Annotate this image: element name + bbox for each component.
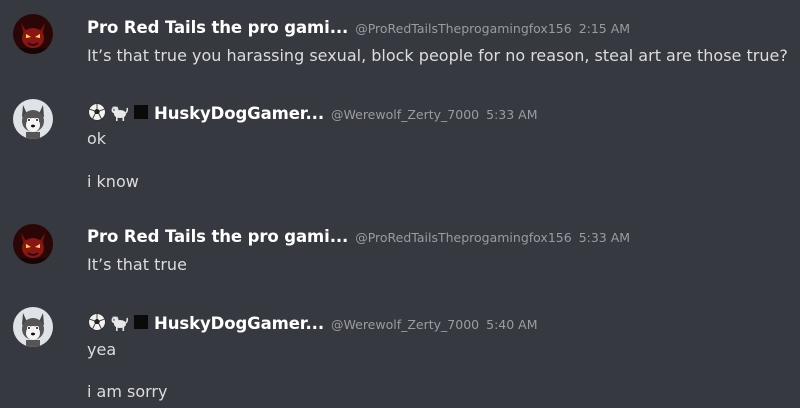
- avatar[interactable]: [13, 224, 53, 264]
- dog-icon: [111, 106, 129, 121]
- red-fox-avatar-icon: [13, 14, 53, 54]
- message-text: ok: [87, 129, 107, 148]
- username[interactable]: HuskyDogGamer...: [154, 314, 324, 333]
- user-handle[interactable]: @Werewolf_Zerty_7000: [331, 317, 479, 332]
- message-feed: Pro Red Tails the pro gami... @ProRedTai…: [0, 0, 800, 408]
- username[interactable]: Pro Red Tails the pro gami...: [87, 18, 348, 37]
- timestamp: 5:33 AM: [486, 107, 538, 122]
- husky-avatar-icon: [13, 307, 53, 347]
- dog-icon: [111, 316, 129, 331]
- avatar[interactable]: [13, 99, 53, 139]
- message-text: i know: [87, 172, 139, 191]
- timestamp: 5:40 AM: [486, 317, 538, 332]
- avatar[interactable]: [13, 14, 53, 54]
- husky-avatar-icon: [13, 99, 53, 139]
- message: Pro Red Tails the pro gami... @ProRedTai…: [0, 210, 800, 295]
- avatar[interactable]: [13, 307, 53, 347]
- message: HuskyDogGamer... @Werewolf_Zerty_7000 5:…: [0, 295, 800, 408]
- username[interactable]: HuskyDogGamer...: [154, 104, 324, 123]
- user-handle[interactable]: @ProRedTailsTheprogamingfox156: [355, 21, 571, 36]
- soccer-ball-icon: [88, 103, 106, 121]
- message-text: It’s that true you harassing sexual, blo…: [87, 46, 788, 65]
- timestamp: 5:33 AM: [578, 230, 631, 245]
- badge-group: [87, 102, 151, 122]
- message-text: i am sorry: [87, 382, 168, 401]
- message-text: It’s that true: [87, 255, 187, 274]
- message-text: yea: [87, 340, 117, 359]
- message: Pro Red Tails the pro gami... @ProRedTai…: [0, 0, 800, 90]
- black-square-icon: [134, 105, 148, 119]
- timestamp: 2:15 AM: [578, 21, 631, 36]
- message: HuskyDogGamer... @Werewolf_Zerty_7000 5:…: [0, 90, 800, 210]
- black-square-icon: [134, 315, 148, 329]
- badge-group: [87, 312, 151, 332]
- soccer-ball-icon: [88, 313, 106, 331]
- user-handle[interactable]: @ProRedTailsTheprogamingfox156: [355, 230, 571, 245]
- user-handle[interactable]: @Werewolf_Zerty_7000: [331, 107, 479, 122]
- red-fox-avatar-icon: [13, 224, 53, 264]
- username[interactable]: Pro Red Tails the pro gami...: [87, 227, 348, 246]
